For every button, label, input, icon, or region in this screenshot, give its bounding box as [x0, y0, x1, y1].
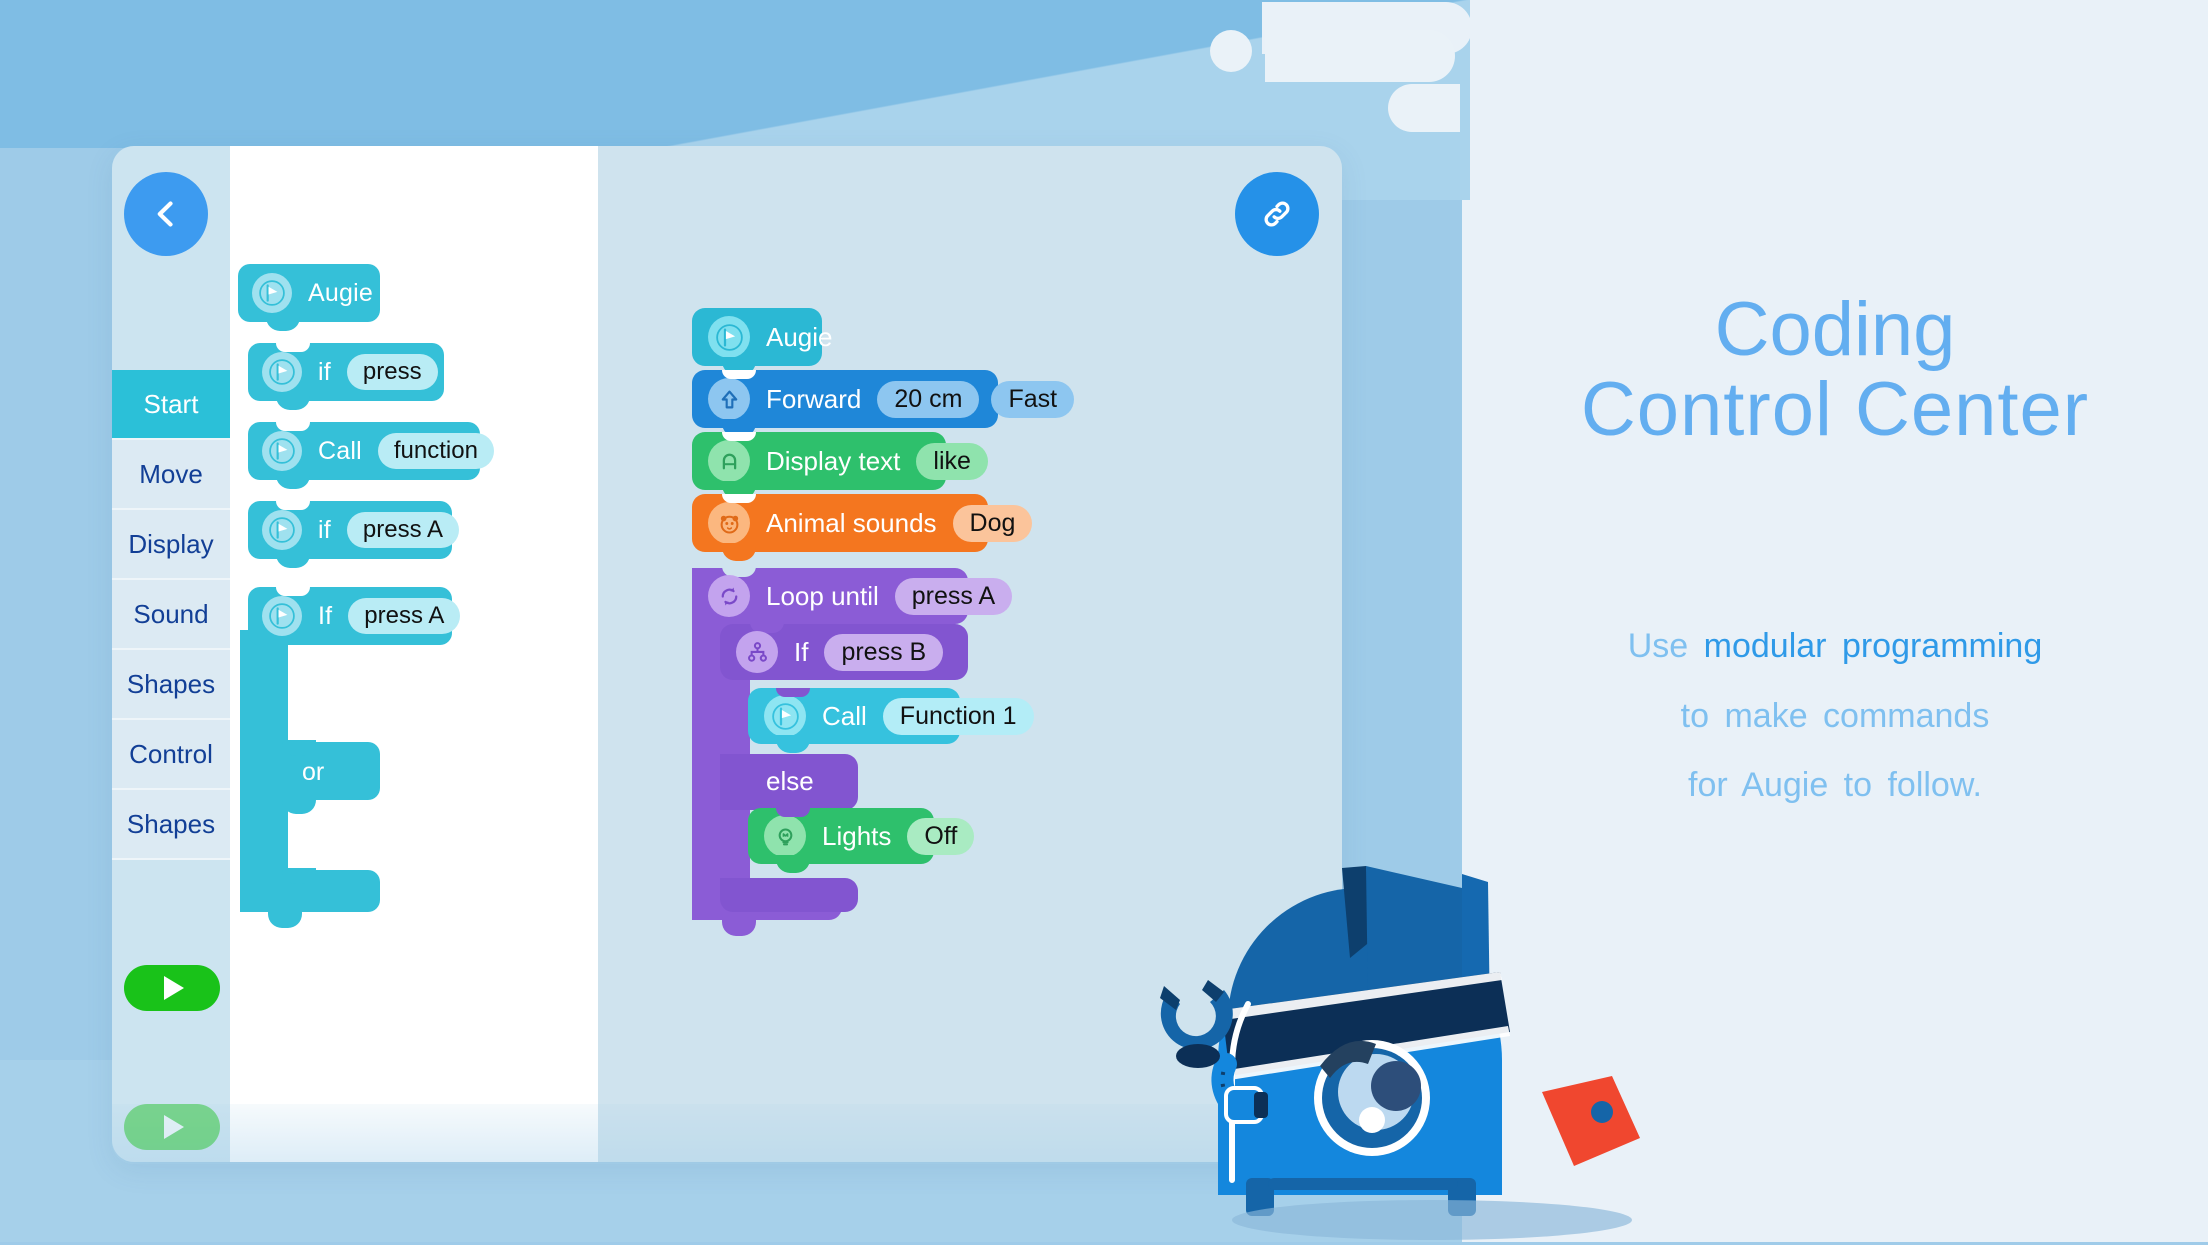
canvas-block-animal-sounds[interactable]: Animal sounds Dog [692, 494, 1033, 561]
canvas-block-label: Loop until [766, 580, 879, 611]
canvas-block-label: If [794, 636, 809, 667]
body-text-use: Use [1627, 627, 1704, 665]
robot-base-bar [1268, 1178, 1458, 1190]
flag-icon [708, 316, 750, 358]
palette-block-if-press[interactable]: if press [248, 343, 444, 410]
augie-robot-illustration [1150, 820, 1710, 1240]
sidebar-item-label: Move [139, 458, 203, 489]
robot-eye [1314, 1040, 1430, 1156]
canvas-block-if-header[interactable]: If press B [720, 624, 968, 680]
body-text-emphasis: modular programming [1703, 627, 2043, 665]
flag-icon [262, 596, 302, 636]
back-button[interactable] [124, 172, 208, 256]
run-button-reflection [124, 1104, 220, 1150]
flag-icon [764, 695, 806, 737]
robot-shadow [1232, 1200, 1632, 1240]
share-link-button[interactable] [1235, 172, 1319, 256]
canvas-block-label: Call [822, 700, 867, 731]
sidebar-item-display[interactable]: Display [112, 510, 230, 580]
else-label: else [766, 766, 814, 796]
robot-graphic [1160, 866, 1640, 1216]
canvas-block-label: Animal sounds [766, 507, 937, 538]
sidebar-item-shapes-2[interactable]: Shapes [112, 790, 230, 860]
sidebar-item-sound[interactable]: Sound [112, 580, 230, 650]
canvas-block-pill-condition[interactable]: press A [894, 577, 1013, 615]
palette-block-label: Augie [308, 278, 373, 307]
category-sidebar[interactable]: Start Move Display Sound Shapes Control … [112, 370, 230, 860]
palette-block-label: if [318, 357, 331, 386]
body-line-1: Use modular programming [1462, 612, 2208, 682]
headline-line-1: Coding [1714, 287, 1956, 372]
palette-block-if-press-a[interactable]: if press A [248, 501, 459, 568]
palette-c-block-or[interactable]: or [240, 628, 448, 928]
canvas-block-label: Forward [766, 383, 862, 414]
arrow-up-icon [708, 378, 750, 420]
canvas-block-pill-condition[interactable]: press B [824, 633, 944, 671]
sidebar-item-label: Sound [133, 598, 209, 629]
link-chain-icon [1264, 201, 1290, 227]
palette-block-if-or-header[interactable]: If press A [248, 587, 461, 645]
marketing-body: Use modular programming to make commands… [1462, 612, 2208, 821]
robot-tail [1542, 1076, 1640, 1166]
sidebar-item-label: Start [143, 388, 199, 419]
animal-face-icon [708, 502, 750, 544]
canvas-block-pill-speed[interactable]: Fast [991, 380, 1075, 418]
display-icon [708, 440, 750, 482]
palette-block-label: Call [318, 436, 362, 465]
canvas-block-pill-text[interactable]: like [916, 442, 988, 480]
canvas-block-lights[interactable]: Lights Off [748, 808, 975, 873]
play-icon [164, 976, 184, 1000]
sidebar-item-label: Shapes [126, 808, 216, 839]
decorative-dot [1210, 30, 1252, 72]
decorative-bar-2 [1265, 30, 1455, 82]
sidebar-item-label: Control [129, 738, 213, 769]
page-title: Coding Control Center [1462, 290, 2208, 450]
canvas-block-loop-header[interactable]: Loop until press A [692, 568, 1013, 624]
canvas-block-augie[interactable]: Augie [692, 308, 833, 375]
palette-block-pill[interactable]: press [346, 354, 438, 390]
chevron-left-icon [157, 201, 173, 227]
palette-block-label: If [318, 601, 333, 630]
run-button[interactable] [124, 965, 220, 1011]
flag-icon [262, 352, 302, 392]
palette-block-pill[interactable]: function [377, 433, 494, 469]
sidebar-item-start[interactable]: Start [112, 370, 230, 440]
sidebar-item-label: Shapes [126, 668, 216, 699]
canvas-block-call-function[interactable]: Call Function 1 [748, 688, 1034, 753]
decorative-bar-3 [1388, 84, 1460, 132]
branch-icon [736, 631, 778, 673]
palette-block-pill[interactable]: press A [346, 512, 459, 548]
flag-icon [252, 273, 292, 313]
palette-block-augie[interactable]: Augie [238, 264, 380, 331]
canvas-block-pill-state[interactable]: Off [907, 817, 975, 855]
canvas-block-forward[interactable]: Forward 20 cm Fast [692, 370, 1075, 437]
sidebar-item-label: Display [128, 528, 214, 559]
body-line-2: to make commands [1680, 696, 1990, 735]
canvas-block-pill-distance[interactable]: 20 cm [877, 380, 980, 418]
bulb-icon [764, 815, 806, 857]
body-line-3: for Augie to follow. [1688, 766, 1982, 805]
sidebar-item-control[interactable]: Control [112, 720, 230, 790]
sidebar-item-move[interactable]: Move [112, 440, 230, 510]
canvas-block-label: Augie [766, 321, 833, 352]
canvas-block-label: Lights [822, 820, 892, 851]
canvas-block-label: Display text [766, 445, 901, 476]
canvas-block-pill-function[interactable]: Function 1 [882, 697, 1034, 735]
canvas-block-display-text[interactable]: Display text like [692, 432, 988, 499]
flag-icon [262, 510, 302, 550]
flag-icon [262, 431, 302, 471]
palette-block-pill[interactable]: press A [348, 598, 461, 634]
canvas-block-pill-animal[interactable]: Dog [952, 504, 1033, 542]
palette-block-label: if [318, 515, 331, 544]
headline-line-2: Control Center [1580, 366, 2090, 452]
sidebar-item-shapes[interactable]: Shapes [112, 650, 230, 720]
c-block-operator-label: or [302, 758, 325, 786]
palette-block-call-function[interactable]: Call function [248, 422, 494, 489]
loop-icon [708, 575, 750, 617]
